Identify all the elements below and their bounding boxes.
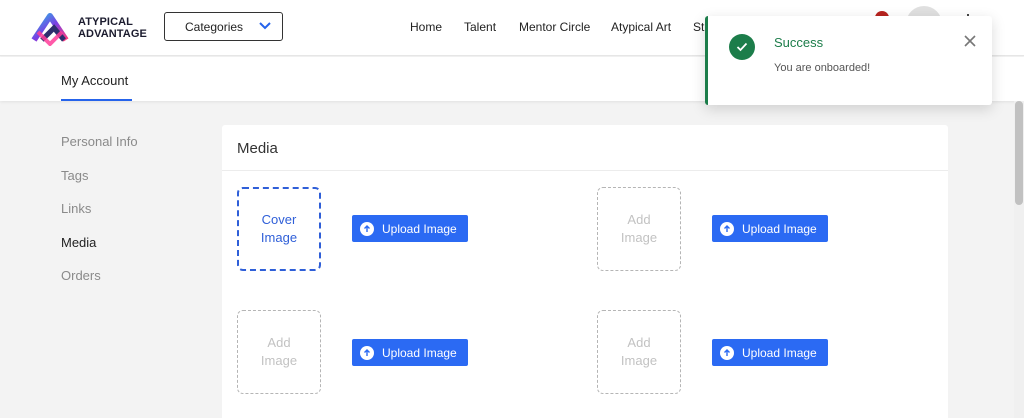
divider	[222, 170, 948, 171]
brand-wordmark: ATYPICAL ADVANTAGE	[78, 16, 147, 40]
nav-atypical-art[interactable]: Atypical Art	[611, 20, 671, 34]
page-scrollbar-thumb[interactable]	[1015, 101, 1023, 205]
brand-line-1: ATYPICAL	[78, 16, 133, 28]
chevron-down-icon	[259, 22, 271, 30]
nav-home[interactable]: Home	[410, 20, 442, 34]
categories-label: Categories	[185, 19, 244, 34]
slot-label-line1: Add	[267, 335, 291, 350]
sidebar-item-tags[interactable]: Tags	[61, 168, 88, 183]
categories-dropdown[interactable]: Categories	[164, 12, 283, 41]
upload-button-label: Upload Image	[382, 345, 457, 360]
arrow-up-circle-icon	[720, 221, 734, 236]
cover-image-slot[interactable]: Cover Image	[237, 187, 321, 271]
arrow-up-circle-icon	[360, 345, 374, 360]
tab-my-account[interactable]: My Account	[61, 73, 128, 88]
atypical-advantage-logo-icon	[31, 13, 69, 46]
arrow-up-circle-icon	[720, 345, 734, 360]
media-card: Media Cover Image Upload Image Add Image…	[222, 125, 948, 418]
slot-label-line2: Image	[260, 353, 298, 368]
sidebar-item-personal-info[interactable]: Personal Info	[61, 134, 138, 149]
toast-message: You are onboarded!	[774, 62, 871, 74]
nav-talent[interactable]: Talent	[464, 20, 496, 34]
add-image-slot[interactable]: Add Image	[237, 310, 321, 394]
sidebar-item-orders[interactable]: Orders	[61, 268, 101, 283]
close-icon[interactable]	[963, 34, 977, 48]
slot-label-line2: Image	[620, 353, 658, 368]
brand-line-2: ADVANTAGE	[78, 28, 147, 40]
slot-label-line2: Image	[260, 230, 298, 245]
slot-label-line1: Add	[627, 212, 651, 227]
nav-truncated-item[interactable]: St	[693, 20, 704, 34]
upload-button-label: Upload Image	[742, 345, 817, 360]
success-toast: Success You are onboarded!	[705, 16, 992, 105]
slot-label-line2: Image	[620, 230, 658, 245]
add-image-slot[interactable]: Add Image	[597, 187, 681, 271]
slot-label-line1: Cover	[261, 212, 297, 227]
check-circle-icon	[729, 34, 755, 60]
upload-image-button[interactable]: Upload Image	[712, 215, 828, 242]
upload-image-button[interactable]: Upload Image	[352, 339, 468, 366]
sidebar-item-media[interactable]: Media	[61, 235, 96, 250]
upload-image-button[interactable]: Upload Image	[712, 339, 828, 366]
media-section-title: Media	[237, 140, 278, 157]
nav-mentor-circle[interactable]: Mentor Circle	[519, 20, 590, 34]
active-tab-indicator	[61, 99, 132, 101]
add-image-slot[interactable]: Add Image	[597, 310, 681, 394]
upload-button-label: Upload Image	[382, 221, 457, 236]
slot-label-line1: Add	[627, 335, 651, 350]
sidebar-item-links[interactable]: Links	[61, 201, 91, 216]
brand-logo[interactable]: ATYPICAL ADVANTAGE	[30, 8, 150, 48]
toast-title: Success	[774, 35, 824, 50]
upload-image-button[interactable]: Upload Image	[352, 215, 468, 242]
arrow-up-circle-icon	[360, 221, 374, 236]
upload-button-label: Upload Image	[742, 221, 817, 236]
